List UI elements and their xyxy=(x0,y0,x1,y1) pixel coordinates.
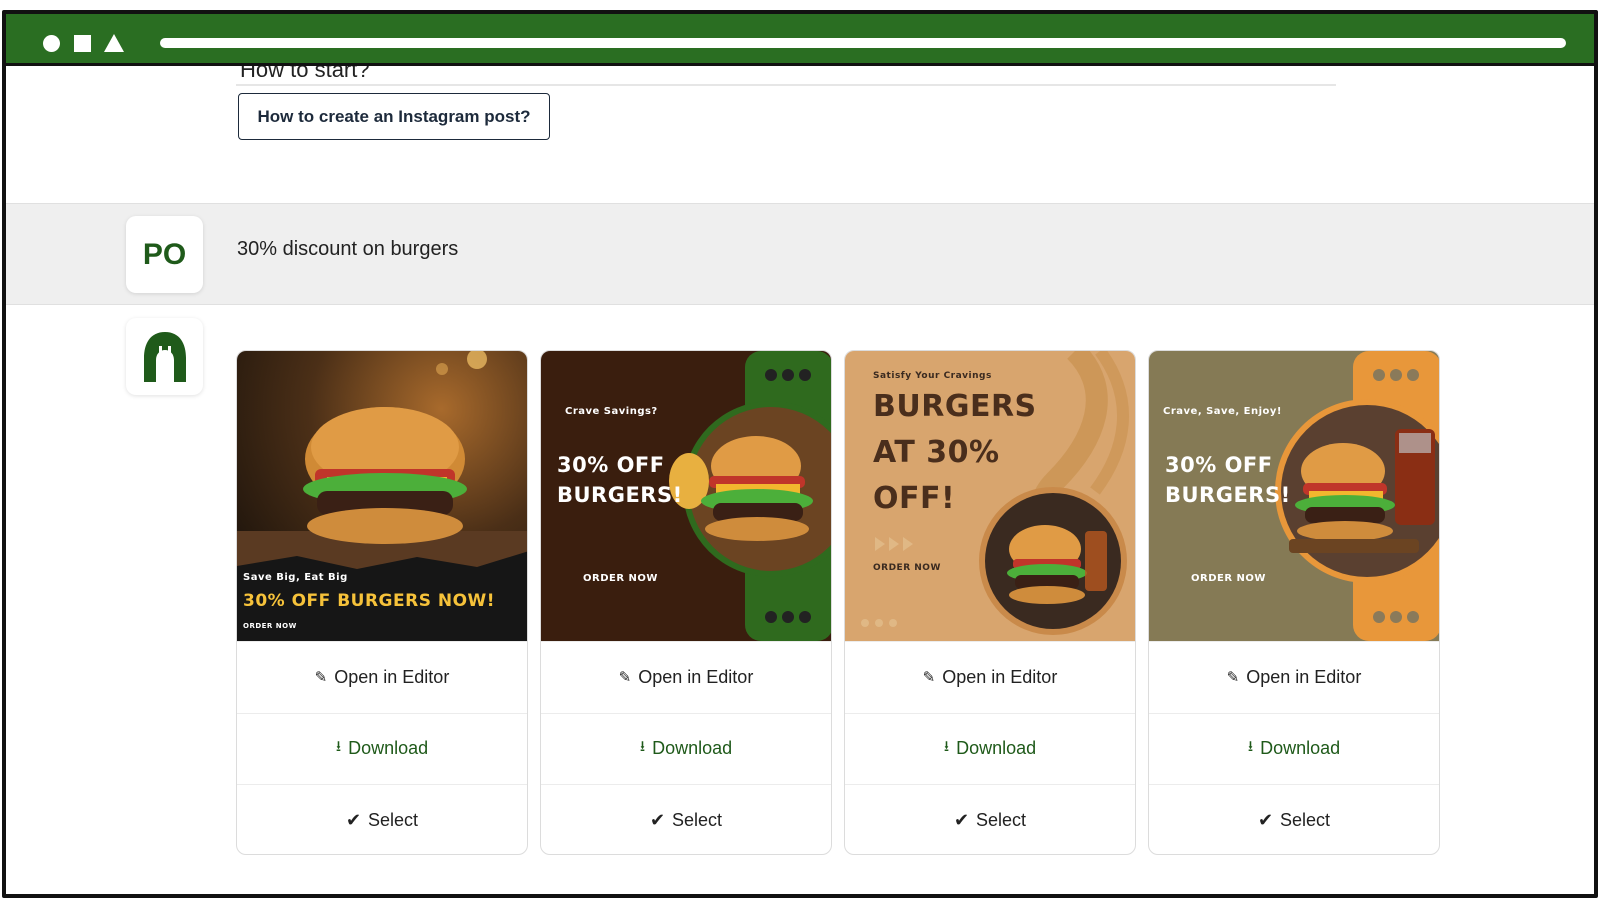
poster-preview[interactable]: Crave, Save, Enjoy! 30% OFF BURGERS! ORD… xyxy=(1149,351,1439,641)
user-prompt-text: 30% discount on burgers xyxy=(237,238,459,260)
poster-cta: ORDER NOW xyxy=(1191,573,1266,584)
howto-instagram-button[interactable]: How to create an Instagram post? xyxy=(238,93,550,140)
previous-faq-item[interactable]: How to start? xyxy=(236,66,1336,86)
check-icon: ✔ xyxy=(649,809,666,830)
check-icon: ✔ xyxy=(345,809,362,830)
assistant-avatar xyxy=(126,318,203,395)
poster-headline-line-3: OFF! xyxy=(873,481,956,516)
poster-cta: ORDER NOW xyxy=(243,622,297,630)
check-icon: ✔ xyxy=(953,809,970,830)
pencil-icon: ✎ xyxy=(1226,669,1240,687)
previous-faq-label: How to start? xyxy=(240,66,370,82)
poster-headline: 30% OFF BURGERS NOW! xyxy=(243,591,496,611)
select-label: Select xyxy=(672,809,723,830)
poster-headline-line-1: BURGERS xyxy=(873,389,1037,424)
poster-headline-line-2: BURGERS! xyxy=(1165,483,1291,507)
poster-kicker: Crave Savings? xyxy=(565,406,658,417)
download-icon: ⭳ xyxy=(639,738,646,756)
triangle-icon xyxy=(104,34,124,52)
user-avatar: PO xyxy=(126,216,203,293)
check-icon: ✔ xyxy=(1257,809,1274,830)
select-button[interactable]: ✔ Select xyxy=(845,784,1135,854)
open-in-editor-label: Open in Editor xyxy=(942,666,1058,687)
open-in-editor-button[interactable]: ✎ Open in Editor xyxy=(541,641,831,713)
poster-headline-line-2: AT 30% xyxy=(873,435,1000,470)
pencil-icon: ✎ xyxy=(618,669,632,687)
design-card: Crave Savings? 30% OFF BURGERS! ORDER NO… xyxy=(540,350,832,855)
select-label: Select xyxy=(1280,809,1331,830)
poster-preview[interactable]: Satisfy Your Cravings BURGERS AT 30% OFF… xyxy=(845,351,1135,641)
plug-logo-icon xyxy=(143,331,186,382)
select-button[interactable]: ✔ Select xyxy=(1149,784,1439,854)
open-in-editor-label: Open in Editor xyxy=(638,666,754,687)
design-card: Satisfy Your Cravings BURGERS AT 30% OFF… xyxy=(844,350,1136,855)
poster-kicker: Save Big, Eat Big xyxy=(243,572,348,583)
download-label: Download xyxy=(956,738,1037,759)
open-in-editor-label: Open in Editor xyxy=(334,666,450,687)
download-icon: ⭳ xyxy=(335,738,342,756)
download-button[interactable]: ⭳ Download xyxy=(845,712,1135,785)
download-button[interactable]: ⭳ Download xyxy=(541,712,831,785)
poster-preview[interactable]: Crave Savings? 30% OFF BURGERS! ORDER NO… xyxy=(541,351,831,641)
poster-preview[interactable]: Save Big, Eat Big 30% OFF BURGERS NOW! O… xyxy=(237,351,527,641)
download-icon: ⭳ xyxy=(1247,738,1254,756)
download-icon: ⭳ xyxy=(943,738,950,756)
select-button[interactable]: ✔ Select xyxy=(237,784,527,854)
download-label: Download xyxy=(652,738,733,759)
open-in-editor-button[interactable]: ✎ Open in Editor xyxy=(1149,641,1439,713)
select-label: Select xyxy=(368,809,419,830)
address-bar[interactable] xyxy=(160,38,1566,48)
open-in-editor-button[interactable]: ✎ Open in Editor xyxy=(237,641,527,713)
app-window: How to start? How to create an Instagram… xyxy=(2,10,1598,898)
square-icon xyxy=(74,35,91,52)
download-button[interactable]: ⭳ Download xyxy=(1149,712,1439,785)
poster-headline-line-1: 30% OFF xyxy=(557,453,665,477)
poster-kicker: Satisfy Your Cravings xyxy=(873,371,992,381)
circle-icon xyxy=(43,35,60,52)
design-card: Crave, Save, Enjoy! 30% OFF BURGERS! ORD… xyxy=(1148,350,1440,855)
pencil-icon: ✎ xyxy=(922,669,936,687)
title-bar xyxy=(6,14,1594,66)
select-button[interactable]: ✔ Select xyxy=(541,784,831,854)
poster-headline-line-1: 30% OFF xyxy=(1165,453,1273,477)
poster-kicker: Crave, Save, Enjoy! xyxy=(1163,406,1282,417)
download-button[interactable]: ⭳ Download xyxy=(237,712,527,785)
design-card: Save Big, Eat Big 30% OFF BURGERS NOW! O… xyxy=(236,350,528,855)
poster-cta: ORDER NOW xyxy=(873,563,941,573)
poster-headline-line-2: BURGERS! xyxy=(557,483,683,507)
open-in-editor-button[interactable]: ✎ Open in Editor xyxy=(845,641,1135,713)
download-label: Download xyxy=(348,738,429,759)
select-label: Select xyxy=(976,809,1027,830)
download-label: Download xyxy=(1260,738,1341,759)
pencil-icon: ✎ xyxy=(314,669,328,687)
poster-cta: ORDER NOW xyxy=(583,573,658,584)
open-in-editor-label: Open in Editor xyxy=(1246,666,1362,687)
